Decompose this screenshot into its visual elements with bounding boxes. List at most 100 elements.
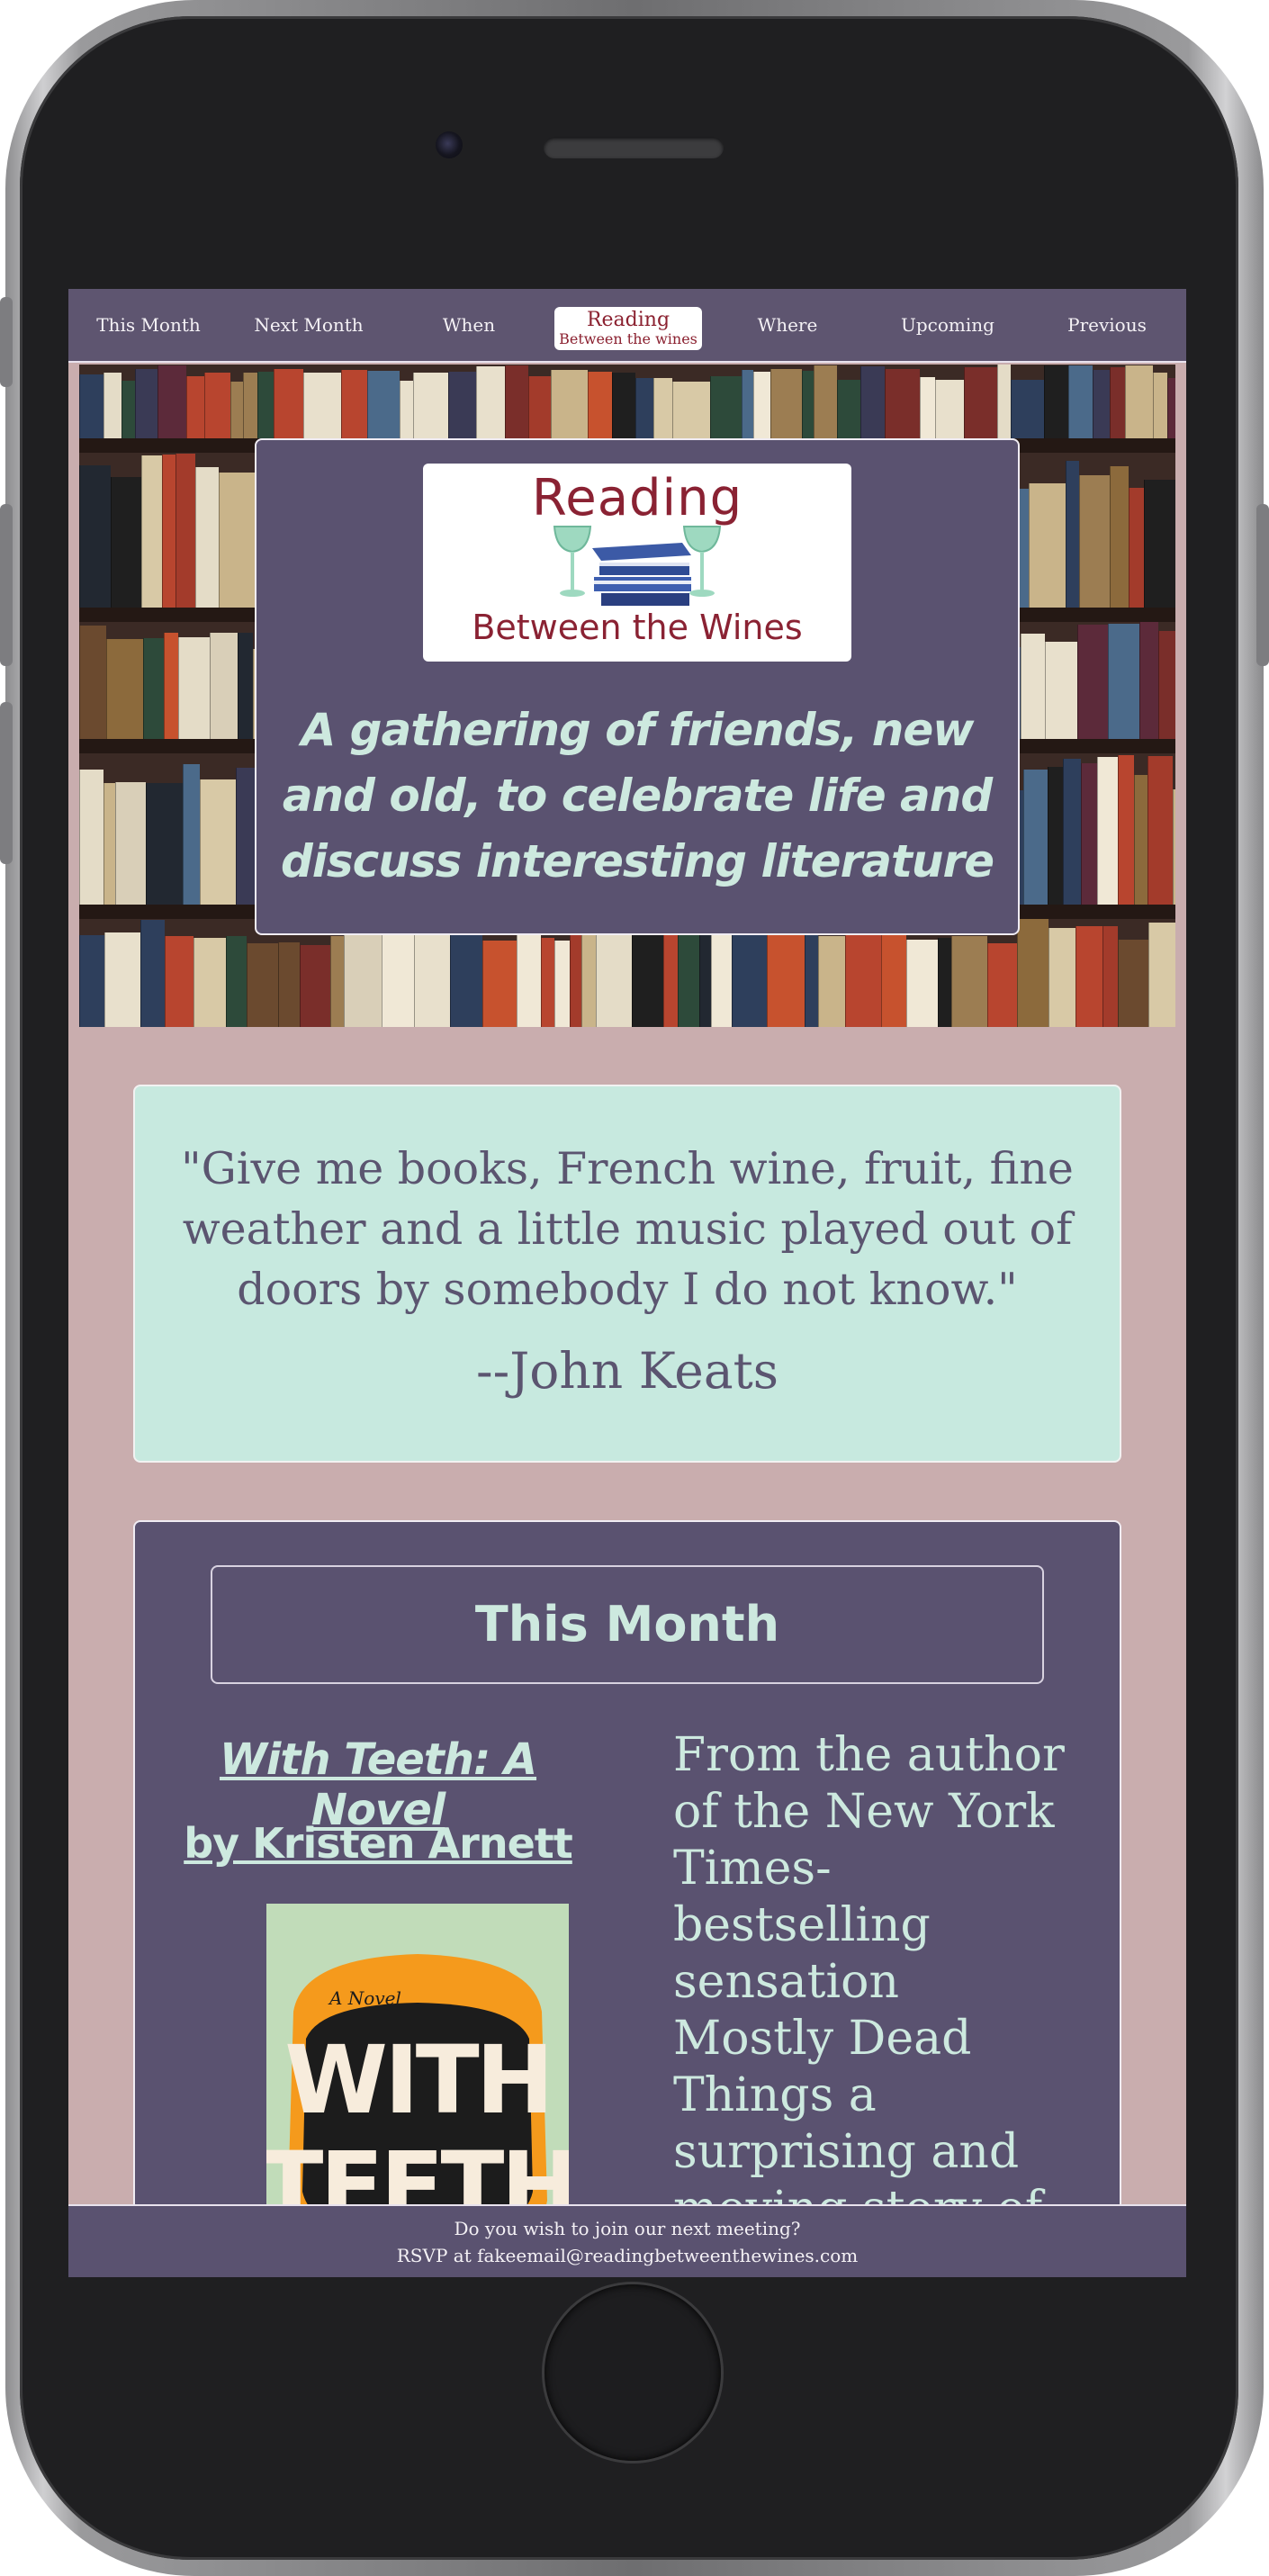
book-spine: [367, 371, 400, 438]
book-spine: [581, 927, 596, 1027]
book-spine: [596, 933, 632, 1027]
nav-home-logo[interactable]: Reading Between the wines: [554, 307, 702, 350]
phone-screen: This Month Next Month When Reading Betwe…: [68, 289, 1186, 2277]
book-spine: [278, 942, 300, 1027]
book-spine: [938, 938, 951, 1027]
book-spine: [881, 930, 906, 1027]
book-spine: [1148, 923, 1175, 1027]
cover-small-text: A Novel: [328, 1987, 401, 2009]
book-spine: [570, 924, 581, 1027]
book-spine: [1144, 480, 1175, 608]
book-spine: [1129, 488, 1144, 608]
club-logo: Reading Between the Wines: [423, 464, 851, 662]
nav-previous[interactable]: Previous: [1028, 289, 1186, 361]
hero-tagline: A gathering of friends, new and old, to …: [280, 704, 994, 887]
book-spine: [814, 365, 837, 438]
book-spine: [1125, 365, 1153, 438]
hero-section: Reading Between the Wines A gathering of…: [79, 365, 1175, 1027]
book-spine: [1029, 483, 1066, 608]
nav-where[interactable]: Where: [707, 289, 868, 361]
nav-upcoming[interactable]: Upcoming: [868, 289, 1028, 361]
book-spine: [300, 945, 330, 1027]
book-description: From the author of the New York Times-be…: [673, 1728, 1065, 2236]
book-spine: [1158, 631, 1175, 739]
book-spine: [1102, 926, 1118, 1027]
book-spine: [588, 372, 612, 438]
book-spine: [1079, 475, 1110, 608]
book-spine: [104, 373, 122, 438]
book-spine: [885, 369, 920, 438]
book-spine: [753, 372, 770, 438]
book-spine: [1134, 775, 1148, 905]
book-spine: [450, 923, 482, 1027]
book-spine: [845, 923, 881, 1027]
rsvp-footer: Do you wish to join our next meeting? RS…: [68, 2204, 1186, 2277]
home-button[interactable]: [544, 2284, 721, 2461]
nav-logo-line2: Between the wines: [559, 330, 698, 347]
book-spine: [1023, 770, 1048, 905]
book-spine: [195, 467, 219, 608]
book-spine: [672, 382, 710, 438]
book-spine: [111, 477, 141, 608]
footer-rsvp-email[interactable]: RSVP at fakeemail@readingbetweenthewines…: [68, 2242, 1186, 2269]
book-spine: [115, 782, 146, 905]
book-spine: [482, 941, 517, 1027]
book-spine: [186, 376, 204, 438]
book-spine: [505, 365, 528, 438]
book-spine: [1148, 756, 1173, 905]
footer-invite-text: Do you wish to join our next meeting?: [454, 2218, 801, 2239]
book-spine: [400, 381, 413, 438]
book-spine: [920, 377, 935, 438]
book-spine: [176, 454, 195, 608]
book-spine: [183, 764, 200, 905]
book-spine: [554, 941, 570, 1027]
book-spine: [678, 926, 699, 1027]
book-spine: [1044, 365, 1068, 438]
book-spine: [79, 626, 106, 739]
book-spine: [710, 376, 742, 438]
book-spine: [653, 378, 672, 438]
book-spine: [805, 930, 818, 1027]
book-spine: [274, 369, 303, 438]
shelf-row: [79, 365, 1175, 438]
nav-when[interactable]: When: [389, 289, 549, 361]
book-spine: [140, 920, 165, 1027]
book-spine: [122, 381, 135, 438]
book-spine: [935, 380, 964, 438]
silent-switch: [0, 297, 13, 387]
book-spine: [243, 373, 257, 438]
book-spine: [732, 924, 767, 1027]
book-spine: [200, 779, 236, 905]
book-spine: [1063, 759, 1081, 905]
book-spine: [247, 943, 278, 1027]
book-spine: [837, 380, 860, 438]
books-and-wine-glasses-icon: [553, 526, 722, 606]
book-spine: [1076, 926, 1102, 1027]
book-spine: [528, 376, 551, 438]
book-spine: [1110, 466, 1129, 608]
book-spine: [1173, 789, 1175, 905]
book-spine: [194, 938, 226, 1027]
book-spine: [165, 936, 194, 1027]
book-spine: [448, 372, 476, 438]
book-spine: [1048, 928, 1076, 1027]
book-spine: [860, 366, 885, 438]
book-spine: [79, 935, 104, 1027]
book-spine: [158, 365, 186, 438]
book-spine: [742, 370, 753, 438]
book-spine: [219, 473, 255, 608]
book-author-link[interactable]: by Kristen Arnett: [171, 1819, 585, 1868]
nav-next-month[interactable]: Next Month: [229, 289, 389, 361]
book-spine: [210, 633, 238, 739]
book-spine: [230, 382, 243, 438]
book-spine: [767, 921, 805, 1027]
book-spine: [141, 455, 162, 608]
book-spine: [414, 921, 450, 1027]
book-spine: [632, 928, 663, 1027]
book-spine: [1081, 763, 1097, 905]
nav-this-month[interactable]: This Month: [68, 289, 229, 361]
book-spine: [551, 370, 588, 438]
book-spine: [635, 378, 653, 438]
book-spine: [413, 373, 448, 438]
quote-author: --John Keats: [476, 1342, 778, 1400]
